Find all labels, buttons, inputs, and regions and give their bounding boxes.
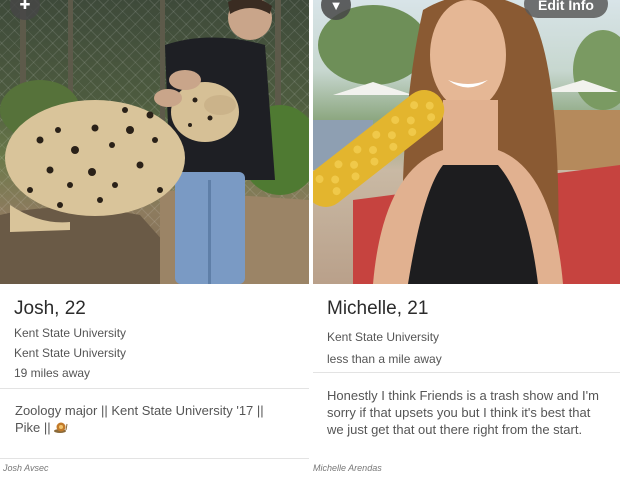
profile-card-josh: ✚ Josh, 22 Kent State University Kent St… bbox=[0, 0, 309, 477]
divider-line bbox=[0, 388, 309, 389]
profile-distance: less than a mile away bbox=[327, 352, 442, 366]
profile-distance: 19 miles away bbox=[14, 366, 91, 380]
edit-info-button[interactable]: Edit Info bbox=[524, 0, 608, 18]
profile-bio: Honestly I think Friends is a trash show… bbox=[327, 388, 599, 437]
profile-age: , 22 bbox=[54, 298, 86, 319]
profile-photo[interactable]: ▼ Edit Info bbox=[313, 0, 620, 284]
photo-scene bbox=[0, 0, 309, 284]
snail-icon bbox=[54, 422, 68, 433]
profile-school: Kent State University bbox=[14, 326, 127, 340]
profile-card-michelle: ▼ Edit Info Michelle, 21 Kent State Univ… bbox=[313, 0, 620, 477]
profile-name-age: Michelle, 21 bbox=[327, 298, 606, 320]
profile-name: Josh bbox=[14, 298, 55, 319]
profile-name-age: Josh, 22 bbox=[14, 298, 295, 320]
profile-school-secondary: Kent State University bbox=[14, 346, 127, 360]
divider-line bbox=[0, 458, 309, 459]
divider-line bbox=[313, 372, 620, 373]
profile-bio: Zoology major || Kent State University '… bbox=[15, 402, 285, 436]
profile-name: Michelle bbox=[327, 298, 397, 319]
photo-scene bbox=[313, 0, 620, 284]
photo-credit: Josh Avsec bbox=[3, 463, 49, 473]
profile-bio-text: Zoology major || Kent State University '… bbox=[15, 403, 264, 435]
profile-age: , 21 bbox=[396, 298, 429, 319]
photo-credit: Michelle Arendas bbox=[313, 463, 382, 473]
profile-photo[interactable]: ✚ bbox=[0, 0, 309, 284]
profile-school: Kent State University bbox=[327, 330, 440, 344]
